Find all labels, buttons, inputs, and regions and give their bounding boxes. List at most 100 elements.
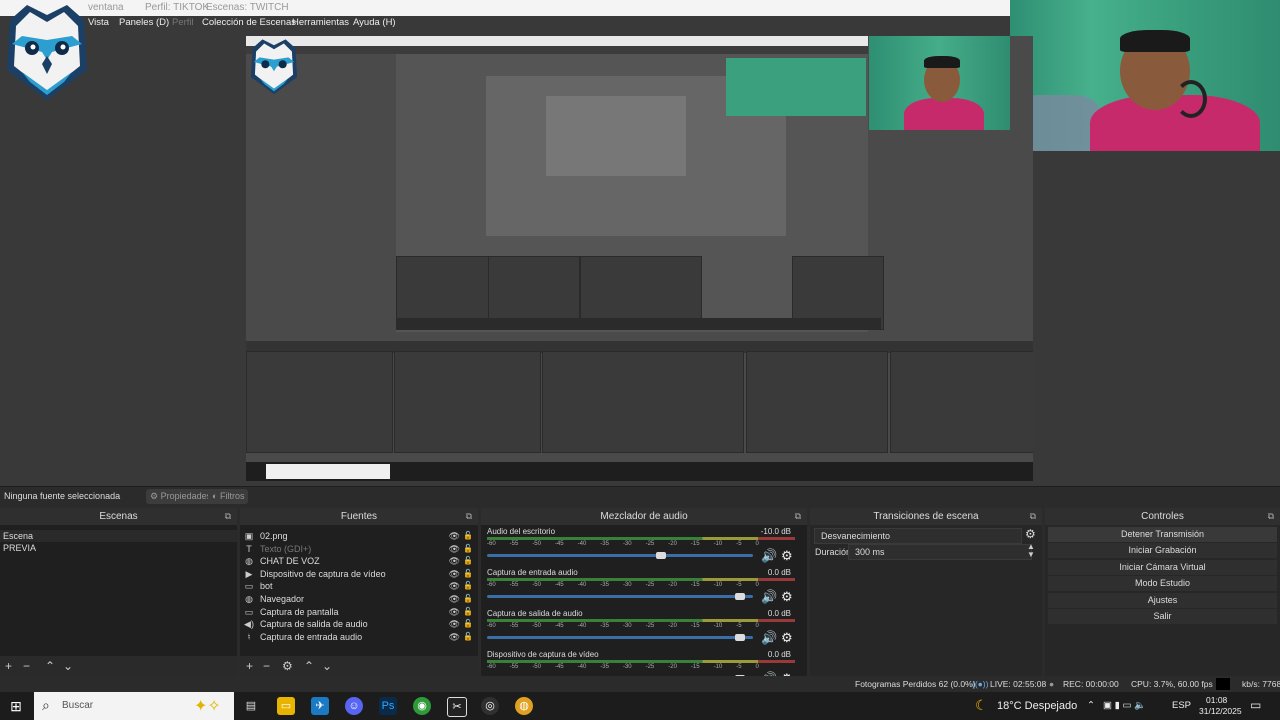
lock-icon[interactable]: 🔓 bbox=[463, 593, 473, 605]
lock-icon[interactable]: 🔓 bbox=[463, 580, 473, 592]
clock-time[interactable]: 01:08 bbox=[1206, 695, 1227, 705]
volume-slider-knob[interactable] bbox=[735, 593, 746, 600]
eye-icon[interactable]: 👁 bbox=[449, 593, 460, 605]
gear-icon[interactable]: ⚙ bbox=[781, 589, 793, 605]
start-virtual-camera-button[interactable]: Iniciar Cámara Virtual bbox=[1048, 560, 1277, 575]
dock-float-icon[interactable]: ⧉ bbox=[1268, 508, 1274, 525]
mixer-channel: Captura de entrada audio 0.0 dB -60 -55 -50-… bbox=[485, 568, 795, 608]
speaker-icon[interactable]: 🔊 bbox=[761, 589, 777, 605]
volume-slider[interactable] bbox=[487, 552, 753, 559]
meter-tick: -55 bbox=[509, 582, 519, 588]
eye-icon[interactable]: 👁 bbox=[449, 580, 460, 592]
scene-item[interactable]: PREVIA bbox=[0, 542, 237, 554]
eye-icon[interactable]: 👁 bbox=[449, 618, 460, 630]
mixer-title: Mezclador de audio ⧉ bbox=[481, 508, 807, 525]
chevron-down-icon[interactable]: ⌄ bbox=[63, 659, 73, 673]
dock-float-icon[interactable]: ⧉ bbox=[795, 508, 801, 525]
meter-tick: -60 bbox=[487, 582, 496, 588]
source-item[interactable]: T Texto (GDI+) 👁 🔓 bbox=[240, 543, 478, 555]
eye-icon[interactable]: 👁 bbox=[449, 631, 460, 643]
language-indicator[interactable]: ESP bbox=[1172, 700, 1191, 711]
dock-float-icon[interactable]: ⧉ bbox=[225, 508, 231, 525]
speaker-icon[interactable]: 🔊 bbox=[761, 630, 777, 646]
volume-slider[interactable] bbox=[487, 634, 753, 641]
properties-button[interactable]: ⚙ Propiedades bbox=[146, 489, 216, 504]
source-item[interactable]: ♮ Captura de entrada audio 👁 🔓 bbox=[240, 631, 478, 643]
source-item[interactable]: ◍ Navegador 👁 🔓 bbox=[240, 593, 478, 605]
dock-float-icon[interactable]: ⧉ bbox=[466, 508, 472, 525]
chevron-down-icon[interactable]: ⌄ bbox=[322, 659, 332, 673]
studio-mode-button[interactable]: Modo Estudio bbox=[1048, 576, 1277, 591]
windows-start-icon[interactable]: ⊞ bbox=[7, 697, 25, 715]
exit-button[interactable]: Salir bbox=[1048, 609, 1277, 624]
eye-icon[interactable]: 👁 bbox=[449, 530, 460, 542]
meter-tick: -25 bbox=[645, 582, 655, 588]
stepper-icon[interactable]: ▲ ▼ bbox=[1027, 543, 1035, 559]
source-item[interactable]: ▭ Captura de pantalla 👁 🔓 bbox=[240, 606, 478, 618]
stop-streaming-button[interactable]: Detener Transmisión bbox=[1048, 527, 1277, 542]
chevron-up-icon[interactable]: ⌃ bbox=[45, 659, 55, 673]
chevron-up-icon[interactable]: ⌃ bbox=[304, 659, 314, 673]
eye-icon[interactable]: 👁 bbox=[449, 555, 460, 567]
settings-button[interactable]: Ajustes bbox=[1048, 593, 1277, 608]
lock-icon[interactable]: 🔓 bbox=[463, 530, 473, 542]
duration-input[interactable]: 300 ms bbox=[848, 544, 1032, 560]
menu-herramientas[interactable]: Herramientas bbox=[292, 17, 349, 28]
source-item[interactable]: ◀) Captura de salida de audio 👁 🔓 bbox=[240, 618, 478, 630]
lock-icon[interactable]: 🔓 bbox=[463, 568, 473, 580]
obs-icon[interactable]: ◎ bbox=[481, 697, 499, 715]
menu-paneles[interactable]: Paneles (D) bbox=[119, 17, 169, 28]
source-item[interactable]: ▶ Dispositivo de captura de vídeo 👁 🔓 bbox=[240, 568, 478, 580]
lock-icon[interactable]: 🔓 bbox=[463, 631, 473, 643]
discord-icon[interactable]: ☺ bbox=[345, 697, 363, 715]
clock-date[interactable]: 31/12/2025 bbox=[1199, 706, 1242, 716]
gear-icon[interactable]: ⚙ bbox=[282, 659, 293, 673]
source-item[interactable]: ▭ bot 👁 🔓 bbox=[240, 580, 478, 592]
volume-slider[interactable] bbox=[487, 593, 753, 600]
lock-icon[interactable]: 🔓 bbox=[463, 555, 473, 567]
remove-icon[interactable]: − bbox=[23, 659, 30, 673]
tray-icons[interactable]: ▣ ▮ ▭ 🔈 bbox=[1103, 700, 1146, 711]
chevron-up-icon[interactable]: ⌃ bbox=[1087, 700, 1095, 711]
mixer-channels: Audio del escritorio -10.0 dB -60 -55 -50 -45… bbox=[481, 525, 807, 686]
eye-icon[interactable]: 👁 bbox=[449, 568, 460, 580]
source-item[interactable]: ▣ 02.png 👁 🔓 bbox=[240, 530, 478, 542]
lock-icon[interactable]: 🔓 bbox=[463, 618, 473, 630]
steam-icon[interactable]: ✈ bbox=[311, 697, 329, 715]
app-green-icon[interactable]: ◉ bbox=[413, 697, 431, 715]
transition-select[interactable]: Desvanecimiento bbox=[814, 528, 1022, 544]
gear-icon[interactable]: ⚙ bbox=[781, 630, 793, 646]
photoshop-icon[interactable]: Ps bbox=[379, 697, 397, 715]
taskbar-search[interactable]: ⌕ Buscar ✦✧ bbox=[34, 692, 234, 720]
filters-button[interactable]: ◐ Filtros bbox=[208, 489, 249, 504]
source-item[interactable]: ◍ CHAT DE VOZ 👁 🔓 bbox=[240, 555, 478, 567]
gear-icon[interactable]: ⚙ bbox=[781, 548, 793, 564]
menu-ayuda[interactable]: Ayuda (H) bbox=[353, 17, 396, 28]
file-explorer-icon[interactable]: ▭ bbox=[277, 697, 295, 715]
add-icon[interactable]: + bbox=[5, 659, 12, 673]
weather-text[interactable]: 18°C Despejado bbox=[997, 700, 1077, 712]
task-view-icon[interactable]: ▤ bbox=[242, 697, 260, 715]
start-recording-button[interactable]: Iniciar Grabación bbox=[1048, 543, 1277, 558]
volume-slider-knob[interactable] bbox=[655, 552, 666, 559]
meter-tick: -50 bbox=[532, 623, 541, 629]
scene-item[interactable]: Escena bbox=[0, 530, 237, 542]
meter-ticks: -60 -55 -50 -45 -40 -35 -30 -25 -20 -15 -10 -5 0 bbox=[487, 582, 759, 589]
gear-icon[interactable]: ⚙ bbox=[1025, 527, 1036, 541]
dock-float-icon[interactable]: ⧉ bbox=[1030, 508, 1036, 525]
speaker-icon[interactable]: 🔊 bbox=[761, 548, 777, 564]
lock-icon[interactable]: 🔓 bbox=[463, 606, 473, 618]
eye-icon[interactable]: 👁 bbox=[449, 606, 460, 618]
menu-perfil[interactable]: Perfil bbox=[172, 17, 194, 28]
volume-slider-knob[interactable] bbox=[735, 634, 746, 641]
dropped-frames: Fotogramas Perdidos 62 (0.0%) bbox=[855, 679, 976, 689]
notification-icon[interactable]: ▭ bbox=[1250, 698, 1261, 712]
add-icon[interactable]: + bbox=[246, 659, 253, 673]
remove-icon[interactable]: − bbox=[263, 659, 270, 673]
lock-icon[interactable]: 🔓 bbox=[463, 543, 473, 555]
transitions-dock: Transiciones de escena ⧉ Desvanecimiento … bbox=[810, 508, 1042, 676]
menu-coleccion-escenas[interactable]: Colección de Escenas bbox=[202, 17, 296, 28]
capcut-icon[interactable]: ✂ bbox=[447, 697, 467, 717]
eye-icon[interactable]: 👁 bbox=[449, 543, 460, 555]
chrome-icon[interactable]: ◍ bbox=[515, 697, 533, 715]
